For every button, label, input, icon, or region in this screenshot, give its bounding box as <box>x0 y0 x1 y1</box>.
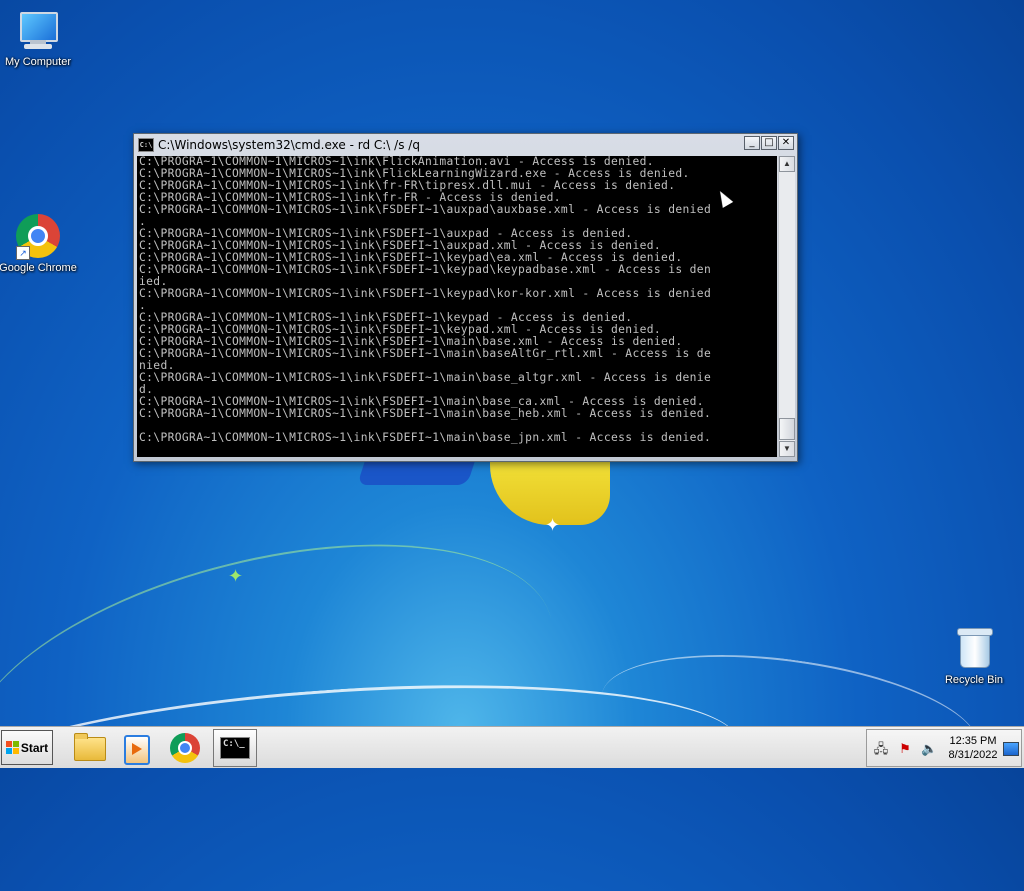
desktop-icon-my-computer[interactable]: My Computer <box>0 8 78 69</box>
system-tray: 🖧 ⚑ 🔈 12:35 PM 8/31/2022 <box>866 729 1022 767</box>
desktop-icon-label: Google Chrome <box>0 262 77 274</box>
media-player-icon <box>124 735 150 765</box>
clock[interactable]: 12:35 PM 8/31/2022 <box>941 734 1005 762</box>
window-title: C:\Windows\system32\cmd.exe - rd C:\ /s … <box>158 138 420 152</box>
desktop-icon-label: Recycle Bin <box>944 674 1004 686</box>
desktop-icon-recycle-bin[interactable]: Recycle Bin <box>934 626 1014 687</box>
taskbar-app-media-player[interactable] <box>114 729 158 767</box>
minimize-button[interactable]: _ <box>744 136 760 150</box>
desktop-icon-google-chrome[interactable]: ↗ Google Chrome <box>0 214 78 275</box>
start-button[interactable]: Start <box>1 730 53 765</box>
wallpaper-sparkle: ✦ <box>228 566 244 586</box>
window-titlebar[interactable]: C:\ C:\Windows\system32\cmd.exe - rd C:\… <box>134 134 797 156</box>
network-icon[interactable]: 🖧 <box>873 741 889 757</box>
folder-icon <box>74 733 106 761</box>
scroll-up-arrow-icon[interactable]: ▲ <box>779 156 795 172</box>
clock-time: 12:35 PM <box>949 735 997 747</box>
start-button-label: Start <box>20 740 49 755</box>
wallpaper-streak <box>593 634 987 808</box>
scroll-down-arrow-icon[interactable]: ▼ <box>779 441 795 457</box>
windows-logo-icon <box>5 741 19 754</box>
taskbar: Start C:\_ 🖧 ⚑ 🔈 12:35 PM 8/31/2022 <box>0 726 1024 768</box>
shortcut-arrow-icon: ↗ <box>16 246 30 260</box>
console-line: C:\PROGRA~1\COMMON~1\MICROS~1\ink\FSDEFI… <box>139 407 712 420</box>
console-line: C:\PROGRA~1\COMMON~1\MICROS~1\ink\FSDEFI… <box>139 203 712 216</box>
console-line: C:\PROGRA~1\COMMON~1\MICROS~1\ink\FSDEFI… <box>139 347 712 360</box>
wallpaper-sparkle: ✦ <box>545 515 561 535</box>
console-line: C:\PROGRA~1\COMMON~1\MICROS~1\ink\FSDEFI… <box>139 371 712 384</box>
taskbar-app-chrome[interactable] <box>163 729 207 767</box>
desktop-icon-label: My Computer <box>4 56 72 68</box>
cmd-icon[interactable]: C:\ <box>138 138 154 152</box>
console-output[interactable]: C:\PROGRA~1\COMMON~1\MICROS~1\ink\FlickA… <box>137 156 777 457</box>
show-desktop-button[interactable] <box>1003 742 1019 756</box>
console-line: C:\PROGRA~1\COMMON~1\MICROS~1\ink\FSDEFI… <box>139 431 712 444</box>
clock-date: 8/31/2022 <box>948 749 998 761</box>
cmd-window[interactable]: C:\ C:\Windows\system32\cmd.exe - rd C:\… <box>133 133 798 462</box>
chrome-icon <box>170 733 200 763</box>
console-line: C:\PROGRA~1\COMMON~1\MICROS~1\ink\FSDEFI… <box>139 287 712 300</box>
wallpaper-logo <box>357 455 617 530</box>
console-line: C:\PROGRA~1\COMMON~1\MICROS~1\ink\FSDEFI… <box>139 263 712 276</box>
recycle-bin-icon <box>952 626 996 670</box>
cmd-icon: C:\_ <box>220 737 250 759</box>
wallpaper-streak <box>0 661 745 882</box>
taskbar-app-cmd[interactable]: C:\_ <box>213 729 257 767</box>
volume-icon[interactable]: 🔈 <box>921 741 937 757</box>
computer-icon <box>16 8 60 52</box>
taskbar-app-explorer[interactable] <box>66 729 110 767</box>
action-center-icon[interactable]: ⚑ <box>897 741 913 757</box>
close-button[interactable]: ✕ <box>778 136 794 150</box>
wallpaper-streak <box>0 491 583 891</box>
maximize-button[interactable]: □ <box>761 136 777 150</box>
vertical-scrollbar[interactable]: ▲ ▼ <box>778 156 795 457</box>
scrollbar-thumb[interactable] <box>779 418 795 440</box>
chrome-icon: ↗ <box>16 214 60 260</box>
